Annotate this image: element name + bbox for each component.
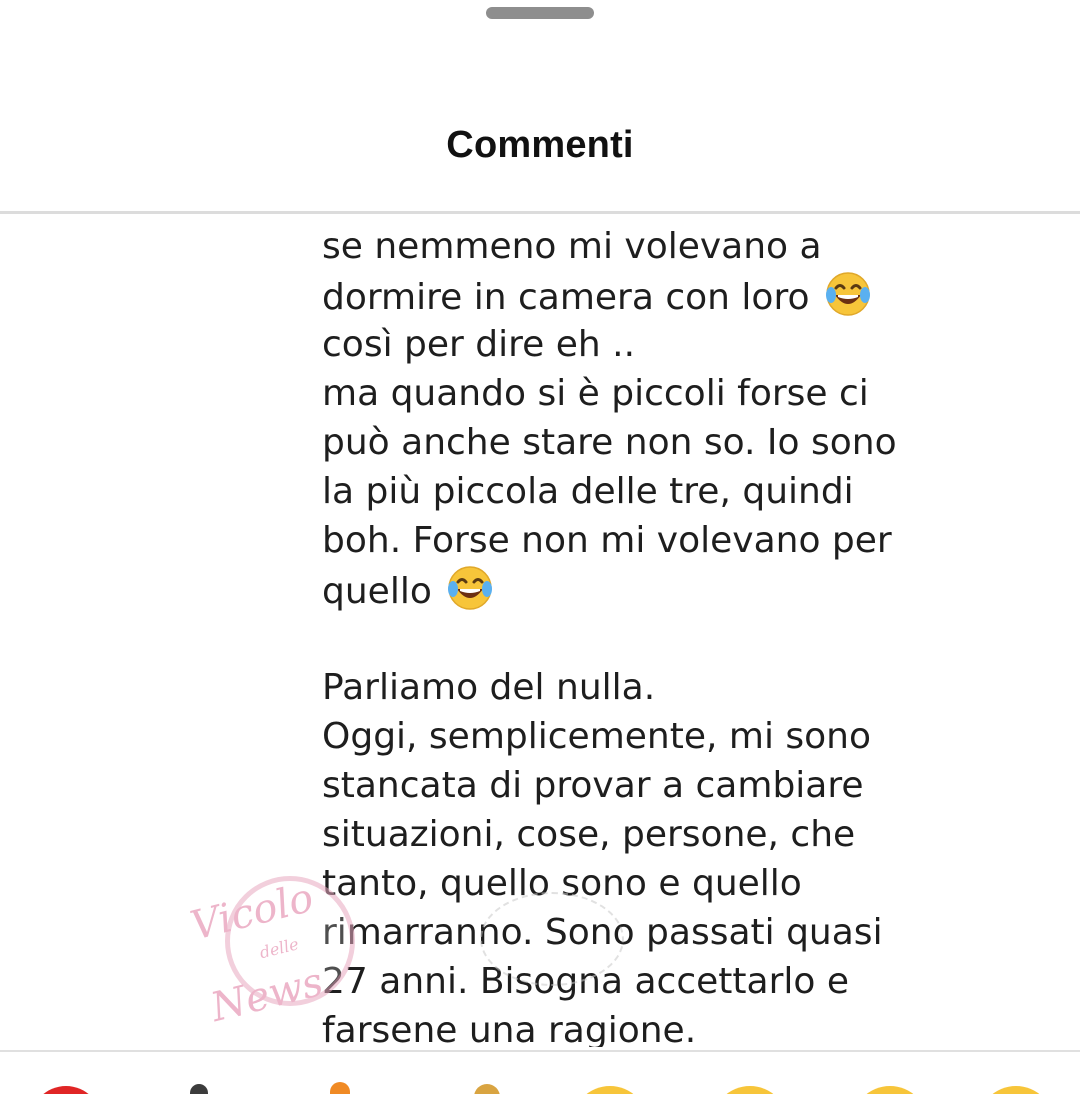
face-with-tears-of-joy-icon	[825, 271, 871, 317]
clipped-previous-line	[322, 214, 922, 220]
comment-line: dormire in camera con loro	[322, 271, 942, 320]
clapping-hands-icon[interactable]	[190, 1084, 208, 1094]
comment-line: così per dire eh ..	[322, 324, 636, 365]
comment-scroll-area[interactable]: se nemmeno mi volevano a dormire in camer…	[0, 214, 1080, 1047]
crying-face-icon[interactable]	[572, 1086, 648, 1094]
comment-line: tanto, quello sono e quello	[322, 863, 802, 904]
heart-icon[interactable]	[30, 1086, 102, 1094]
comment-line: rimarranno. Sono passati quasi	[322, 912, 883, 953]
reaction-bar	[0, 1052, 1080, 1094]
fire-icon[interactable]	[330, 1082, 350, 1094]
comment-line: boh. Forse non mi volevano per	[322, 520, 892, 561]
heart-eyes-face-icon[interactable]	[712, 1086, 788, 1094]
face-with-tears-of-joy-icon	[447, 565, 493, 611]
comment-line: 27 anni. Bisogna accettarlo e	[322, 961, 849, 1002]
comment-line: farsene una ragione.	[322, 1010, 697, 1047]
surprised-face-icon[interactable]	[852, 1086, 928, 1094]
comment-line: quello	[322, 565, 942, 614]
comment-line: ma quando si è piccoli forse ci	[322, 373, 869, 414]
comment-text: se nemmeno mi volevano a dormire in camer…	[322, 222, 942, 1047]
comment-line: la più piccola delle tre, quindi	[322, 471, 854, 512]
comment-line: può anche stare non so. Io sono	[322, 422, 897, 463]
comment-line: situazioni, cose, persone, che	[322, 814, 856, 855]
page-title: Commenti	[446, 124, 634, 166]
comments-sheet: Commenti se nemmeno mi volevano a dormire…	[0, 0, 1080, 1094]
comment-line: stancata di provar a cambiare	[322, 765, 864, 806]
comment-line: Parliamo del nulla.	[322, 667, 656, 708]
laughing-face-icon[interactable]	[978, 1086, 1054, 1094]
comment-line: Oggi, semplicemente, mi sono	[322, 716, 872, 757]
raised-hands-icon[interactable]	[474, 1084, 500, 1094]
comment-line: se nemmeno mi volevano a	[322, 226, 822, 267]
drag-handle[interactable]	[486, 7, 594, 19]
